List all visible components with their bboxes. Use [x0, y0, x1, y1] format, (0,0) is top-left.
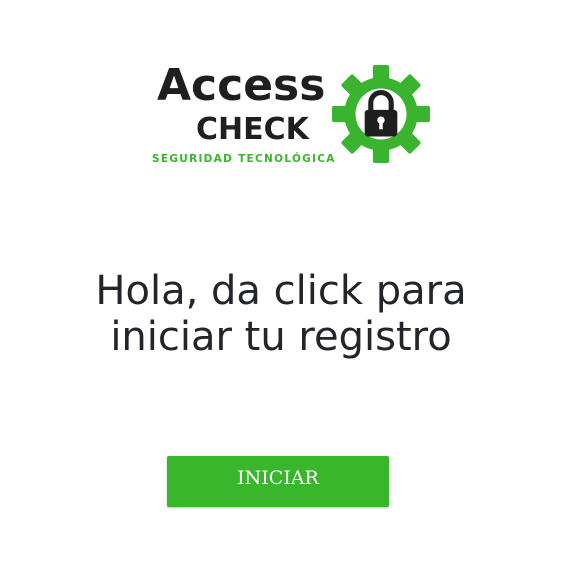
gear-lock-icon [332, 65, 430, 163]
logo-title: Access [157, 60, 326, 111]
logo-tagline: SEGURIDAD TECNOLÓGICA [152, 153, 336, 165]
heading-line-1: Hola, da click para [95, 268, 467, 314]
page-heading: Hola, da click para iniciar tu registro [0, 268, 562, 360]
logo-subtitle: CHECK [196, 112, 309, 147]
heading-line-2: iniciar tu registro [110, 314, 452, 360]
access-check-logo: Access CHECK SEGURIDAD TECNOLÓGICA [150, 60, 435, 172]
start-button[interactable]: INICIAR [167, 456, 389, 507]
